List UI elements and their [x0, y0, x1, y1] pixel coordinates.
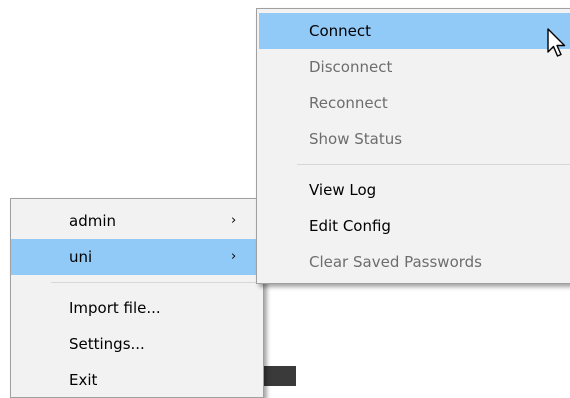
- menu-item-show-status[interactable]: Show Status: [257, 121, 570, 157]
- tray-context-menu: admin › uni › Import file... Settings...…: [10, 198, 264, 398]
- menu-item-label: Disconnect: [309, 58, 393, 76]
- menu-item-label: uni: [69, 248, 93, 266]
- menu-item-label: Clear Saved Passwords: [309, 253, 482, 271]
- menu-separator: [297, 164, 570, 165]
- menu-item-exit[interactable]: Exit: [11, 362, 263, 398]
- menu-separator: [51, 282, 261, 283]
- menu-item-settings[interactable]: Settings...: [11, 326, 263, 362]
- menu-item-label: Connect: [309, 22, 372, 40]
- menu-item-edit-config[interactable]: Edit Config: [257, 208, 570, 244]
- chevron-right-icon: ›: [231, 249, 237, 264]
- menu-item-label: Exit: [69, 371, 98, 389]
- chevron-right-icon: ›: [231, 213, 237, 228]
- menu-item-label: admin: [69, 212, 116, 230]
- menu-item-view-log[interactable]: View Log: [257, 172, 570, 208]
- menu-item-label: Edit Config: [309, 217, 391, 235]
- menu-item-admin[interactable]: admin ›: [11, 203, 263, 239]
- menu-item-clear-saved-passwords[interactable]: Clear Saved Passwords: [257, 244, 570, 280]
- connection-submenu: Connect Disconnect Reconnect Show Status…: [256, 8, 570, 284]
- menu-item-import-file[interactable]: Import file...: [11, 290, 263, 326]
- menu-item-label: Reconnect: [309, 94, 388, 112]
- menu-item-label: Settings...: [69, 335, 145, 353]
- menu-item-label: View Log: [309, 181, 377, 199]
- taskbar-fragment: [264, 366, 296, 386]
- menu-item-reconnect[interactable]: Reconnect: [257, 85, 570, 121]
- menu-item-label: Import file...: [69, 299, 161, 317]
- menu-item-label: Show Status: [309, 130, 403, 148]
- menu-item-disconnect[interactable]: Disconnect: [257, 49, 570, 85]
- arrow-pointer-icon: [547, 28, 566, 57]
- menu-item-uni[interactable]: uni ›: [11, 239, 263, 275]
- menu-item-connect[interactable]: Connect: [259, 13, 570, 49]
